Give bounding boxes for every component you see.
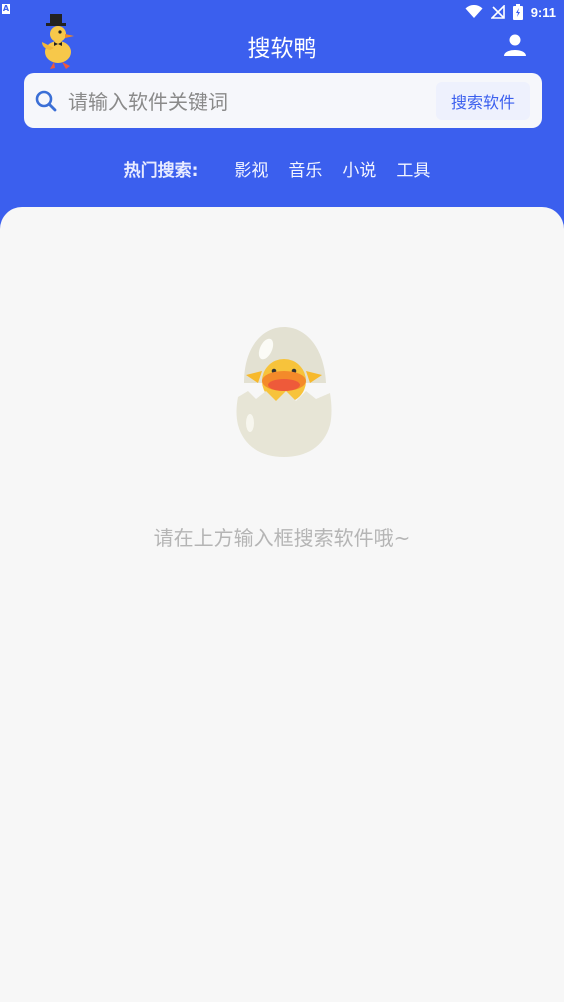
user-icon[interactable]	[502, 32, 528, 58]
empty-state-message: 请在上方输入框搜索软件哦~	[153, 526, 411, 550]
no-signal-icon	[490, 5, 505, 19]
duck-egg-icon	[236, 327, 332, 457]
search-button[interactable]: 搜索软件	[436, 82, 530, 120]
hot-item-tools[interactable]: 工具	[396, 156, 430, 181]
search-input[interactable]	[66, 81, 430, 123]
app-screen: A 9:11 搜软鸭 请输入软件关键词 搜索软件 热门搜索: 影视 音乐 小说 …	[0, 0, 564, 1002]
app-title: 搜软鸭	[247, 36, 317, 62]
wifi-icon	[465, 5, 483, 18]
search-icon	[35, 90, 57, 112]
clock: 9:11	[530, 4, 556, 20]
content-area: 请在上方输入框搜索软件哦~	[0, 207, 564, 1002]
header: 搜软鸭	[0, 14, 564, 72]
hot-item-novels[interactable]: 小说	[342, 156, 376, 181]
status-bar: A 9:11	[0, 0, 564, 24]
hot-item-movies[interactable]: 影视	[234, 156, 268, 181]
search-box: 搜索软件	[24, 73, 542, 128]
status-icons: 9:11	[465, 2, 556, 22]
hot-search-label: 热门搜索:	[123, 160, 199, 181]
hot-item-music[interactable]: 音乐	[288, 156, 322, 181]
battery-charging-icon	[512, 4, 523, 20]
notification-icon: A	[2, 4, 10, 14]
hot-search-row: 热门搜索: 影视 音乐 小说 工具	[0, 155, 564, 181]
